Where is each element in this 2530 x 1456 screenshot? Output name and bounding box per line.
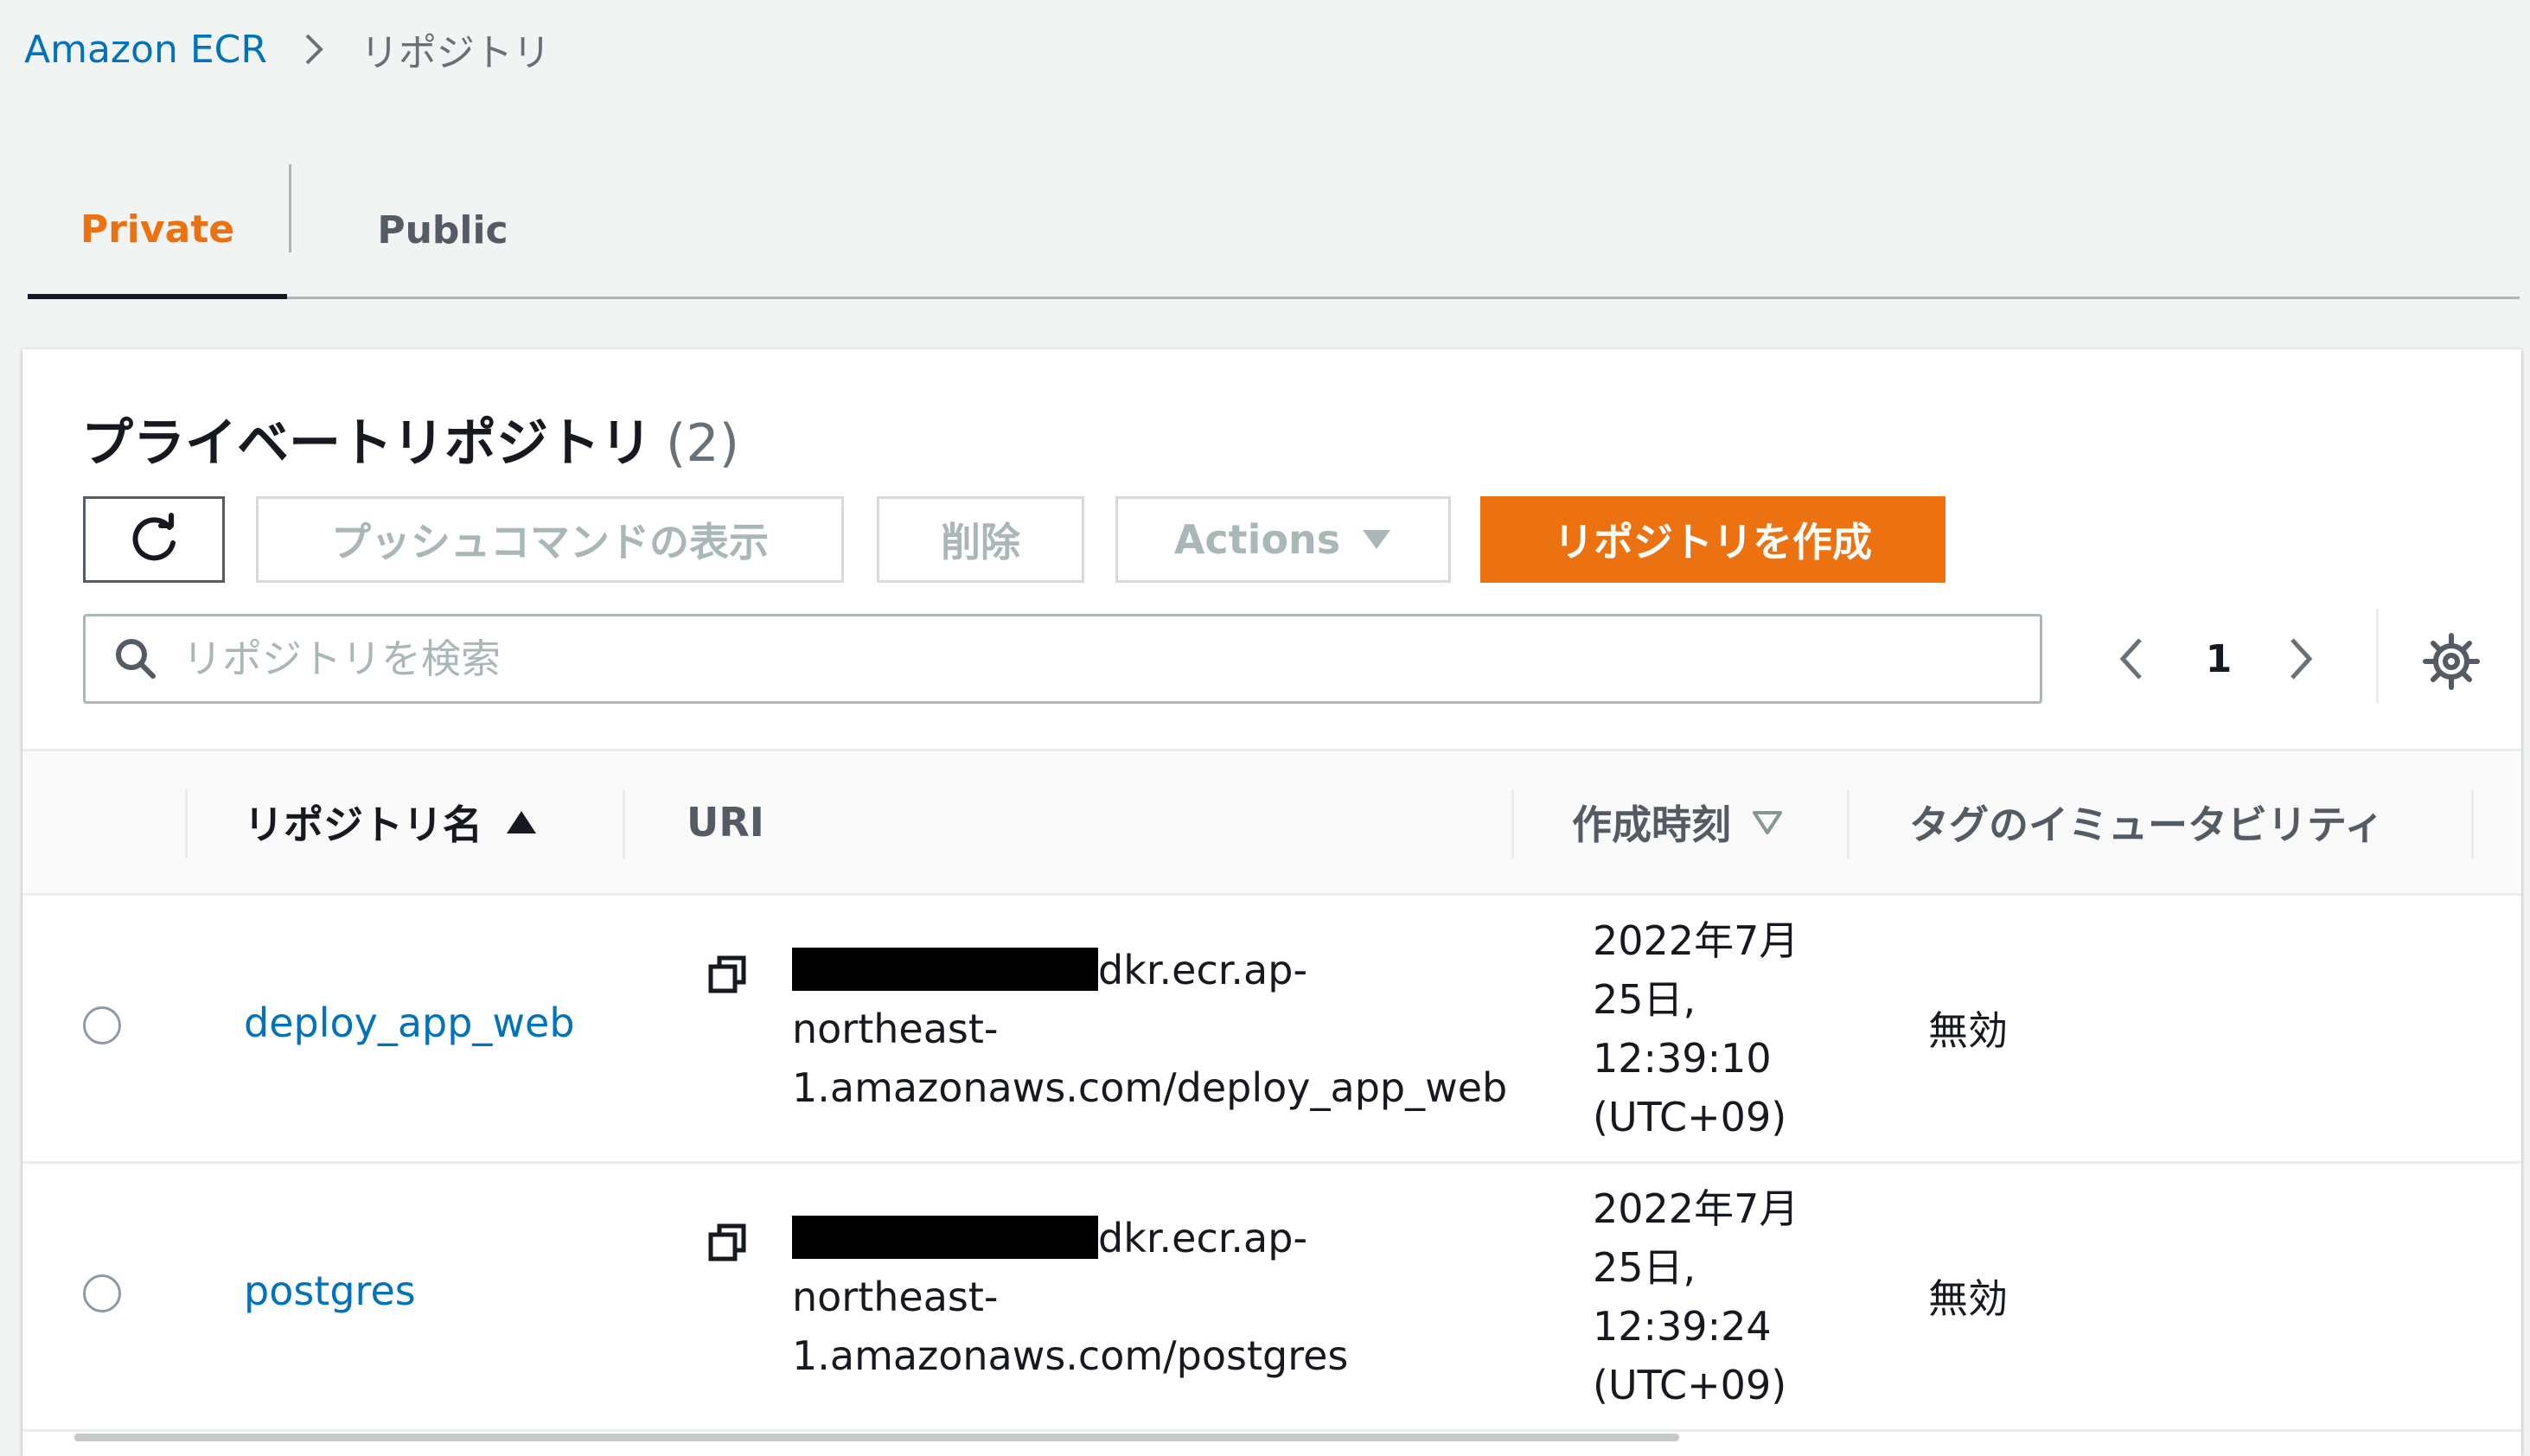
- panel-title-text: プライベートリポジトリ: [81, 413, 652, 474]
- horizontal-scrollbar[interactable]: [74, 1434, 1679, 1441]
- tab-private[interactable]: Private: [28, 164, 287, 299]
- next-page-button[interactable]: [2271, 614, 2331, 704]
- view-push-commands-button[interactable]: プッシュコマンドの表示: [256, 496, 844, 583]
- tag-immutability-value: 無効: [1928, 1007, 2008, 1054]
- column-header-label: 作成時刻: [1572, 801, 1731, 848]
- chevron-left-icon: [2119, 638, 2142, 680]
- column-separator: [1847, 789, 1850, 859]
- current-page-number[interactable]: 1: [2193, 614, 2245, 704]
- created-at-text: 25日,: [1593, 1244, 1696, 1291]
- column-separator: [623, 789, 625, 859]
- row-select-radio[interactable]: [83, 1274, 121, 1312]
- repository-name-link[interactable]: postgres: [244, 1268, 416, 1314]
- search-icon: [116, 639, 156, 679]
- created-at: 2022年7月 25日, 12:39:10 (UTC+09): [1593, 911, 1904, 1146]
- tab-public[interactable]: Public: [322, 164, 564, 297]
- breadcrumb-link-amazon-ecr[interactable]: Amazon ECR: [24, 28, 267, 72]
- breadcrumb: Amazon ECR リポジトリ: [24, 19, 551, 80]
- uri-text: 1.amazonaws.com/deploy_app_web: [792, 1064, 1508, 1111]
- chevron-right-icon: [2290, 638, 2313, 680]
- uri-text: 1.amazonaws.com/postgres: [792, 1332, 1349, 1379]
- delete-button[interactable]: 削除: [877, 496, 1084, 583]
- repositories-panel: プライベートリポジトリ (2) プッシュコマンドの表示 削除 Actions リ…: [22, 349, 2521, 1456]
- repository-uri: dkr.ecr.ap- northeast- 1.amazonaws.com/p…: [792, 1209, 1536, 1385]
- column-separator: [1511, 789, 1514, 859]
- column-header-repository-name[interactable]: リポジトリ名: [244, 751, 538, 893]
- column-separator: [185, 789, 188, 859]
- repository-uri: dkr.ecr.ap- northeast- 1.amazonaws.com/d…: [792, 941, 1536, 1117]
- created-at-text: 2022年7月: [1593, 917, 1799, 964]
- created-at: 2022年7月 25日, 12:39:24 (UTC+09): [1593, 1179, 1904, 1414]
- tag-immutability-value: 無効: [1928, 1275, 2008, 1322]
- uri-text: northeast-: [792, 1274, 999, 1320]
- actions-dropdown-button[interactable]: Actions: [1115, 496, 1451, 583]
- tab-divider: [289, 164, 291, 252]
- repository-tabs: Private Public: [28, 164, 2520, 299]
- column-separator: [2471, 789, 2474, 859]
- created-at-text: 12:39:24: [1593, 1303, 1772, 1350]
- uri-text: northeast-: [792, 1006, 999, 1052]
- uri-text: dkr.ecr.ap-: [1098, 1215, 1308, 1261]
- table-row: deploy_app_web dkr.ecr.ap- northeast- 1.…: [22, 896, 2521, 1164]
- search-input[interactable]: [181, 635, 2000, 683]
- uri-text: dkr.ecr.ap-: [1098, 947, 1308, 993]
- created-at-text: (UTC+09): [1593, 1362, 1787, 1408]
- repository-name-link[interactable]: deploy_app_web: [244, 999, 575, 1046]
- repositories-table: リポジトリ名 URI 作成時刻 タグのイミュータビリティ deploy_app_…: [22, 749, 2521, 1432]
- copy-icon[interactable]: [706, 1221, 749, 1264]
- refresh-button[interactable]: [83, 496, 225, 583]
- table-row: postgres dkr.ecr.ap- northeast- 1.amazon…: [22, 1164, 2521, 1432]
- column-header-label: リポジトリ名: [244, 801, 482, 848]
- caret-down-icon: [1363, 530, 1391, 549]
- created-at-text: 25日,: [1593, 976, 1696, 1023]
- table-header: リポジトリ名 URI 作成時刻 タグのイミュータビリティ: [22, 749, 2521, 896]
- actions-label: Actions: [1173, 516, 1341, 563]
- redacted-account-id: [792, 1216, 1098, 1259]
- copy-icon[interactable]: [706, 953, 749, 996]
- gear-icon[interactable]: [2421, 631, 2482, 692]
- create-repository-button[interactable]: リポジトリを作成: [1480, 496, 1945, 583]
- breadcrumb-current: リポジトリ: [360, 31, 551, 75]
- pager-divider: [2376, 609, 2379, 704]
- chevron-right-icon: [305, 34, 323, 65]
- sort-ascending-icon: [507, 811, 536, 833]
- created-at-text: (UTC+09): [1593, 1094, 1787, 1140]
- refresh-icon: [132, 513, 176, 561]
- redacted-account-id: [792, 948, 1098, 991]
- sort-descending-icon: [1753, 811, 1782, 834]
- previous-page-button[interactable]: [2101, 614, 2162, 704]
- search-box[interactable]: [83, 614, 2042, 704]
- row-select-radio[interactable]: [83, 1006, 121, 1044]
- panel-title: プライベートリポジトリ (2): [81, 401, 739, 476]
- created-at-text: 2022年7月: [1593, 1185, 1799, 1232]
- column-header-tag-immutability[interactable]: タグのイミュータビリティ: [1909, 751, 2384, 893]
- repository-count: (2): [666, 413, 739, 474]
- column-header-uri[interactable]: URI: [687, 751, 764, 893]
- column-header-created-at[interactable]: 作成時刻: [1572, 751, 1783, 893]
- created-at-text: 12:39:10: [1593, 1035, 1772, 1082]
